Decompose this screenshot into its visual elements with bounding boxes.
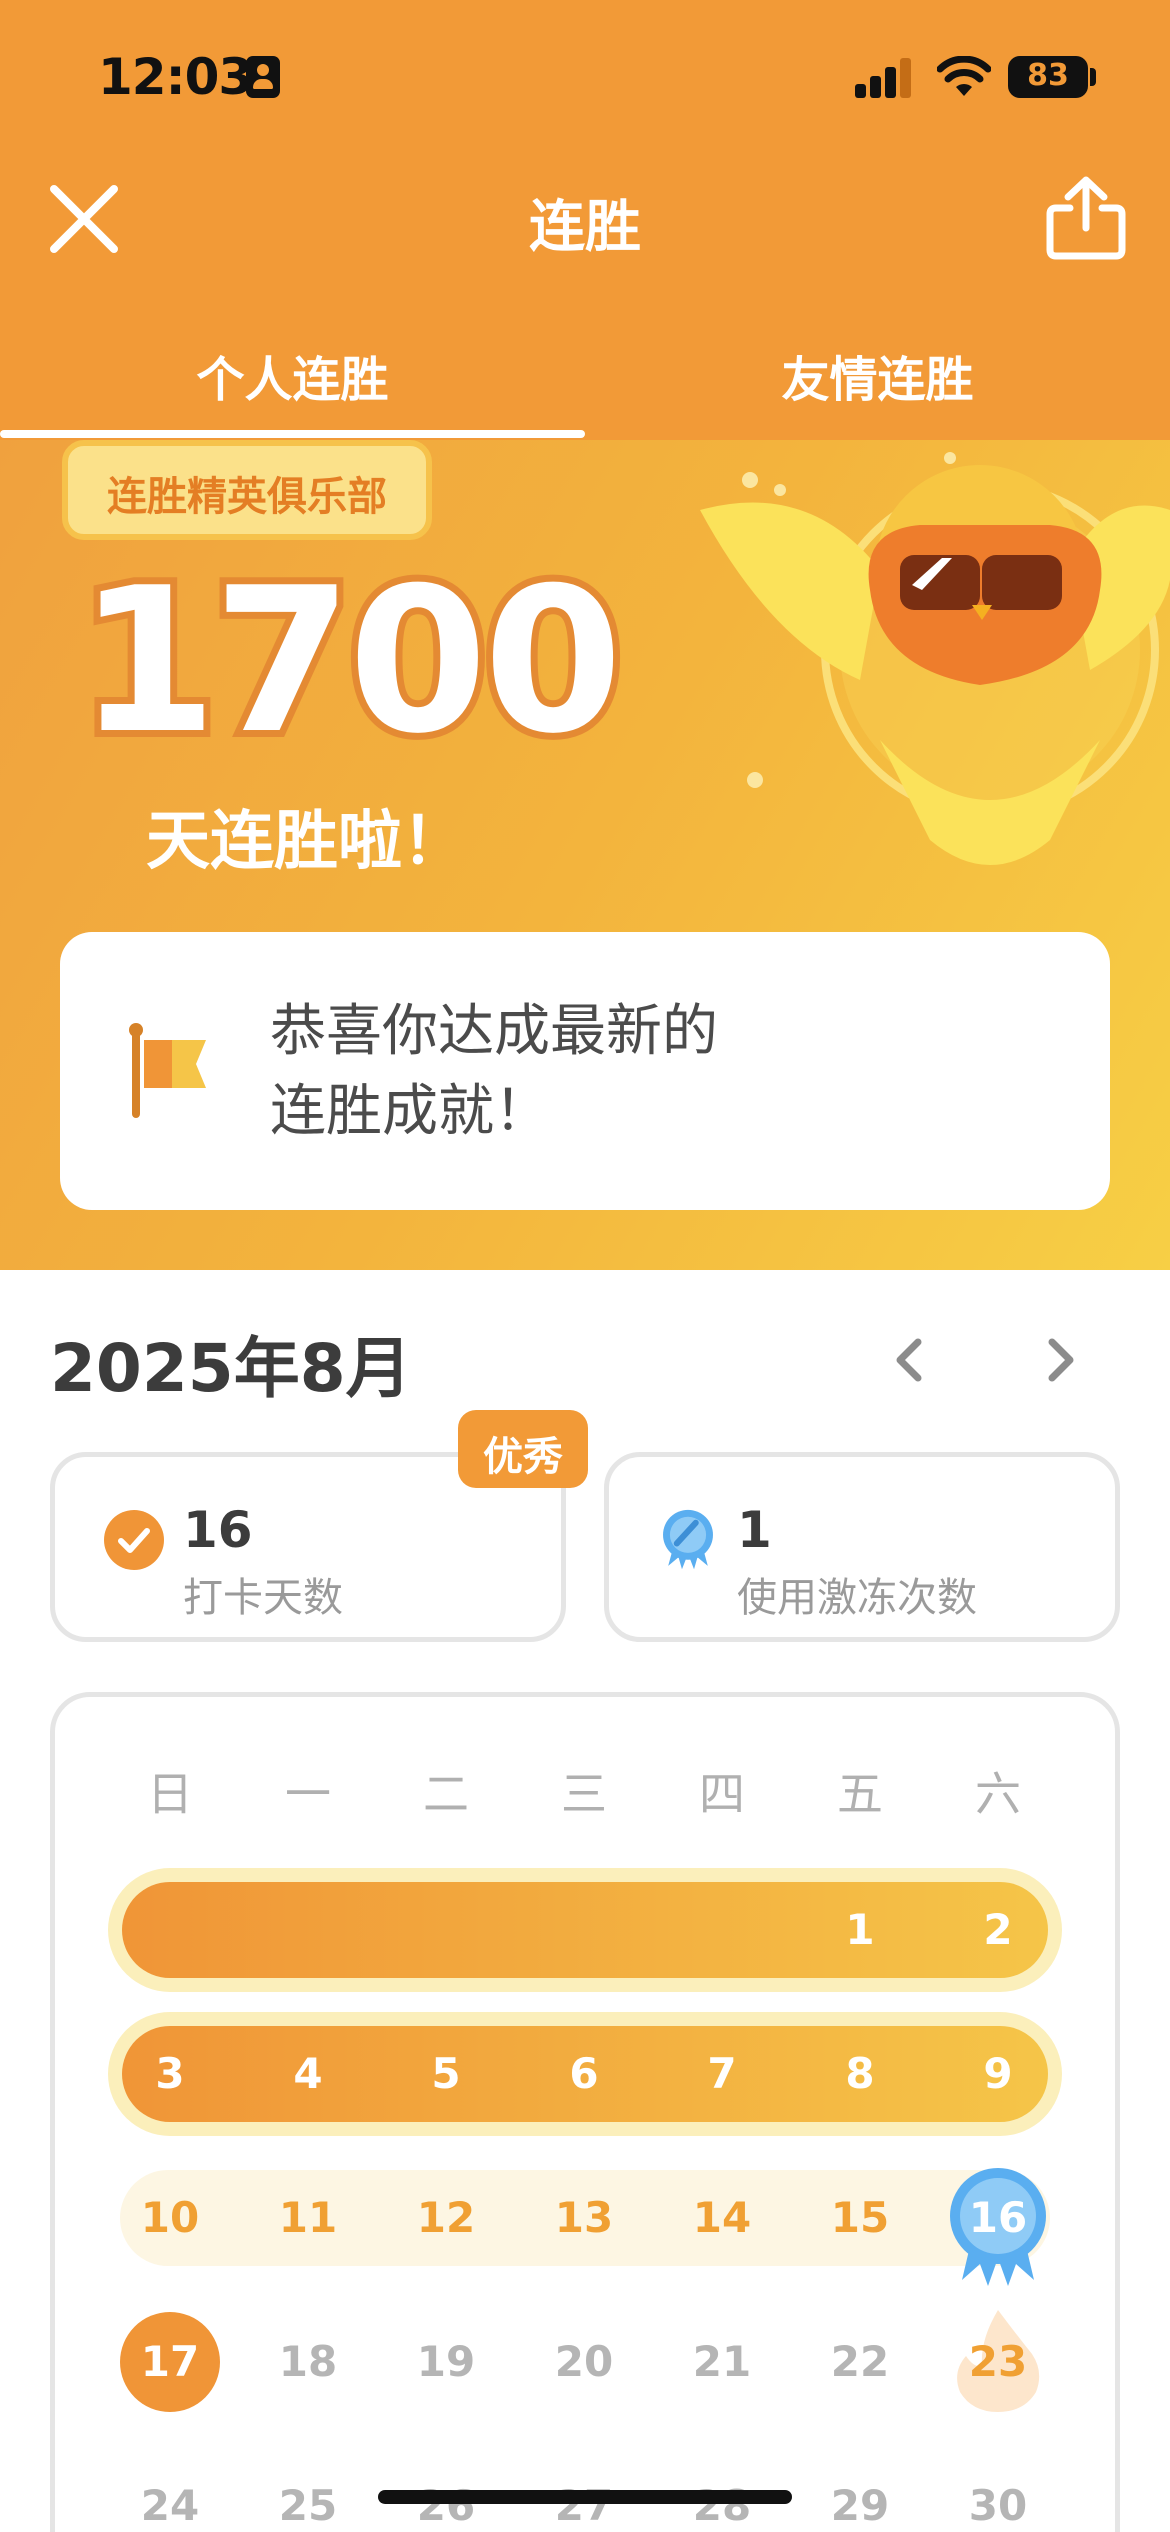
congrats-line-2: 连胜成就！ bbox=[270, 1079, 550, 1144]
calendar-day[interactable]: 8 bbox=[810, 2024, 910, 2124]
calendar-day[interactable]: 30 bbox=[948, 2456, 1048, 2532]
calendar-day[interactable]: 2 bbox=[948, 1880, 1048, 1980]
battery-tip bbox=[1090, 68, 1096, 86]
flag-icon bbox=[129, 1023, 206, 1118]
share-icon[interactable] bbox=[1038, 170, 1134, 266]
calendar-day[interactable]: 23 bbox=[948, 2312, 1048, 2412]
cellular-signal-icon bbox=[855, 58, 913, 98]
calendar-day[interactable]: 4 bbox=[258, 2024, 358, 2124]
calendar-day[interactable]: 20 bbox=[534, 2312, 634, 2412]
calendar-day[interactable]: 10 bbox=[120, 2168, 220, 2268]
freeze-count-card: 1 使用激冻次数 bbox=[604, 1452, 1120, 1642]
chevron-left-icon[interactable] bbox=[880, 1330, 940, 1390]
calendar-day[interactable]: 7 bbox=[672, 2024, 772, 2124]
calendar-day[interactable]: 19 bbox=[396, 2312, 496, 2412]
streak-tabs: 个人连胜 友情连胜 bbox=[0, 320, 1170, 440]
tab-personal-streak[interactable]: 个人连胜 bbox=[0, 320, 585, 430]
owl-mascot-illustration bbox=[700, 452, 1170, 865]
checkin-days-label: 打卡天数 bbox=[183, 1575, 343, 1621]
congrats-message: 恭喜你达成最新的 连胜成就！ bbox=[270, 992, 1030, 1152]
weekday-thu: 四 bbox=[699, 1767, 745, 1821]
battery-level: 83 bbox=[1027, 58, 1069, 93]
check-circle-icon bbox=[104, 1510, 164, 1570]
tab-friend-streak[interactable]: 友情连胜 bbox=[585, 320, 1170, 430]
calendar-day[interactable]: 29 bbox=[810, 2456, 910, 2532]
calendar-day[interactable]: 22 bbox=[810, 2312, 910, 2412]
calendar-day[interactable]: 18 bbox=[258, 2312, 358, 2412]
calendar-day[interactable]: 12 bbox=[396, 2168, 496, 2268]
calendar-day[interactable]: 14 bbox=[672, 2168, 772, 2268]
calendar-day[interactable]: 5 bbox=[396, 2024, 496, 2124]
weekday-sat: 六 bbox=[975, 1767, 1021, 1821]
weekday-mon: 一 bbox=[285, 1767, 331, 1821]
calendar-day[interactable]: 11 bbox=[258, 2168, 358, 2268]
congrats-line-1: 恭喜你达成最新的 bbox=[270, 999, 718, 1064]
month-title: 2025年8月 bbox=[50, 1330, 412, 1407]
calendar-day-frozen[interactable]: 16 bbox=[948, 2168, 1048, 2268]
home-indicator[interactable] bbox=[378, 2490, 792, 2504]
contact-card-icon bbox=[246, 56, 280, 98]
streak-freeze-icon bbox=[663, 1509, 713, 1570]
calendar-day[interactable]: 24 bbox=[120, 2456, 220, 2532]
wifi-icon bbox=[937, 56, 991, 96]
status-time: 12:03 bbox=[98, 48, 253, 106]
freeze-count-label: 使用激冻次数 bbox=[737, 1575, 977, 1621]
streak-count: 1700 bbox=[71, 538, 630, 785]
weekday-sun: 日 bbox=[147, 1767, 193, 1821]
calendar-day[interactable]: 6 bbox=[534, 2024, 634, 2124]
streak-club-badge: 连胜精英俱乐部 bbox=[62, 440, 432, 540]
calendar-day[interactable]: 13 bbox=[534, 2168, 634, 2268]
excellent-badge: 优秀 bbox=[458, 1410, 588, 1488]
checkin-days-value: 16 bbox=[183, 1501, 253, 1559]
status-bar: 12:03 83 bbox=[0, 0, 1170, 150]
page-title: 连胜 bbox=[529, 195, 641, 260]
calendar-day[interactable]: 3 bbox=[120, 2024, 220, 2124]
calendar-day[interactable]: 9 bbox=[948, 2024, 1048, 2124]
weekday-tue: 二 bbox=[423, 1767, 469, 1821]
calendar-day[interactable]: 1 bbox=[810, 1880, 910, 1980]
calendar-day[interactable]: 21 bbox=[672, 2312, 772, 2412]
streak-hero: 连胜精英俱乐部 1700 天连胜啦！ 恭喜你达成最新的 连胜成就！ bbox=[0, 440, 1170, 1270]
calendar-day[interactable]: 25 bbox=[258, 2456, 358, 2532]
streak-bar-week-1 bbox=[108, 1868, 1062, 1992]
active-tab-indicator bbox=[0, 430, 585, 438]
calendar-day-today[interactable]: 17 bbox=[120, 2312, 220, 2412]
calendar-day[interactable]: 15 bbox=[810, 2168, 910, 2268]
chevron-right-icon[interactable] bbox=[1030, 1330, 1090, 1390]
weekday-fri: 五 bbox=[837, 1767, 883, 1821]
streak-caption: 天连胜啦！ bbox=[146, 805, 466, 879]
freeze-count-value: 1 bbox=[737, 1501, 772, 1559]
nav-bar: 连胜 bbox=[0, 150, 1170, 280]
congrats-card: 恭喜你达成最新的 连胜成就！ bbox=[60, 932, 1110, 1210]
battery-icon: 83 bbox=[1008, 56, 1088, 98]
weekday-wed: 三 bbox=[561, 1767, 607, 1821]
